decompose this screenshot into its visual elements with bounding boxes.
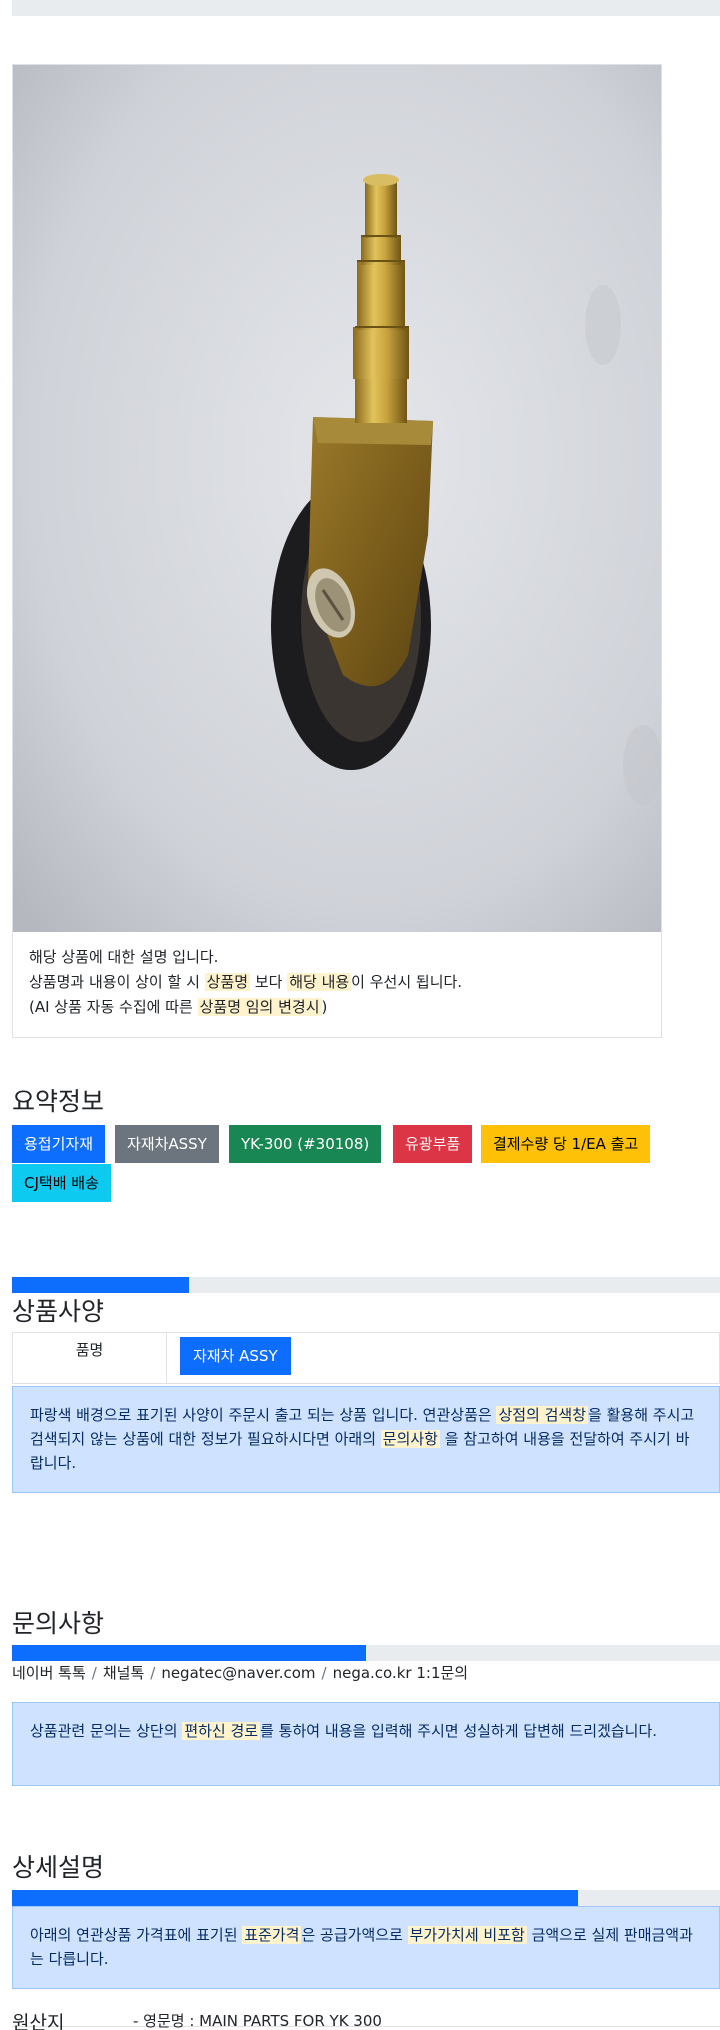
highlight-search: 상점의 검색창: [496, 1406, 589, 1424]
inquiry-title: 문의사항: [12, 1609, 105, 1638]
product-card: 해당 상품에 대한 설명 입니다. 상품명과 내용이 상이 할 시 상품명 보다…: [12, 64, 662, 1038]
highlight-inquiry: 문의사항: [380, 1430, 440, 1448]
spec-title: 상품사양: [12, 1297, 105, 1326]
desc-text: (AI 상품 자동 수집에 따른: [29, 998, 198, 1016]
badge-model[interactable]: YK-300 (#30108): [229, 1125, 382, 1163]
notice-text: 를 통하여 내용을 입력해 주시면 성실하게 답변해 드리겠습니다.: [260, 1722, 658, 1740]
notice-text: 파랑색 배경으로 표기된 사양이 주문시 출고 되는 상품 입니다. 연관상품은: [30, 1406, 497, 1424]
spec-table: 품명 자재차 ASSY: [12, 1332, 720, 1384]
highlight-name-change: 상품명 임의 변경시: [197, 998, 322, 1016]
separator: /: [91, 1664, 97, 1682]
desc-text: 보다: [250, 973, 288, 991]
desc-text: 상품명과 내용이 상이 할 시: [29, 973, 205, 991]
spec-value-badge[interactable]: 자재차 ASSY: [180, 1337, 291, 1375]
spec-row-head: 품명: [13, 1333, 167, 1383]
badge-assy[interactable]: 자재차ASSY: [115, 1125, 219, 1163]
desc-line-1: 해당 상품에 대한 설명 입니다.: [29, 948, 219, 966]
origin-label: 원산지: [12, 2012, 65, 2030]
spec-progress-fill: [12, 1277, 189, 1293]
spec-row-value-cell: 자재차 ASSY: [168, 1333, 719, 1383]
spec-notice: 파랑색 배경으로 표기된 사양이 주문시 출고 되는 상품 입니다. 연관상품은…: [12, 1386, 720, 1493]
origin-value: - 영문명 : MAIN PARTS FOR YK 300: [133, 2012, 382, 2030]
spec-progress: [12, 1277, 720, 1293]
highlight-vat-excluded: 부가가치세 비포함: [407, 1926, 527, 1944]
badge-quantity[interactable]: 결제수량 당 1/EA 출고: [481, 1125, 651, 1163]
detail-title: 상세설명: [12, 1853, 105, 1882]
product-photo[interactable]: [13, 65, 661, 932]
desc-text: ): [321, 998, 328, 1016]
badge-category[interactable]: 용접기자재: [12, 1125, 106, 1163]
notice-text: 은 공급가액으로: [301, 1926, 408, 1944]
separator: /: [321, 1664, 327, 1682]
product-description: 해당 상품에 대한 설명 입니다. 상품명과 내용이 상이 할 시 상품명 보다…: [29, 945, 649, 1020]
summary-title: 요약정보: [12, 1087, 105, 1116]
detail-notice: 아래의 연관상품 가격표에 표기된 표준가격 은 공급가액으로 부가가치세 비포함…: [12, 1906, 720, 1989]
detail-progress-fill: [12, 1890, 579, 1906]
inquiry-progress-fill: [12, 1645, 366, 1661]
highlight-route: 편하신 경로: [182, 1722, 261, 1740]
highlight-content: 해당 내용: [287, 973, 352, 991]
inquiry-progress: [12, 1645, 720, 1661]
contact-email[interactable]: negatec@naver.com: [161, 1664, 315, 1682]
contact-channels: 네이버 톡톡 / 채널톡 / negatec@naver.com / nega.co.kr …: [12, 1662, 468, 1683]
highlight-product-name: 상품명: [204, 973, 251, 991]
notice-text: 아래의 연관상품 가격표에 표기된: [30, 1926, 243, 1944]
contact-channel-talk[interactable]: 채널톡: [103, 1664, 144, 1682]
top-divider-bar: [12, 0, 720, 16]
separator: /: [150, 1664, 156, 1682]
contact-site-inquiry[interactable]: nega.co.kr 1:1문의: [333, 1664, 469, 1682]
desc-line-3: (AI 상품 자동 수집에 따른 상품명 임의 변경시): [29, 995, 649, 1020]
detail-progress: [12, 1890, 720, 1906]
inquiry-notice: 상품관련 문의는 상단의 편하신 경로 를 통하여 내용을 입력해 주시면 성실하…: [12, 1702, 720, 1786]
highlight-standard-price: 표준가격: [242, 1926, 302, 1944]
desc-line-2: 상품명과 내용이 상이 할 시 상품명 보다 해당 내용 이 우선시 됩니다.: [29, 970, 649, 995]
badge-shipping[interactable]: CJ택배 배송: [12, 1164, 111, 1202]
contact-naver-talk[interactable]: 네이버 톡톡: [12, 1664, 86, 1682]
notice-text: 상품관련 문의는 상단의: [30, 1722, 183, 1740]
badge-finish[interactable]: 유광부품: [393, 1125, 473, 1163]
desc-text: 이 우선시 됩니다.: [351, 973, 463, 991]
